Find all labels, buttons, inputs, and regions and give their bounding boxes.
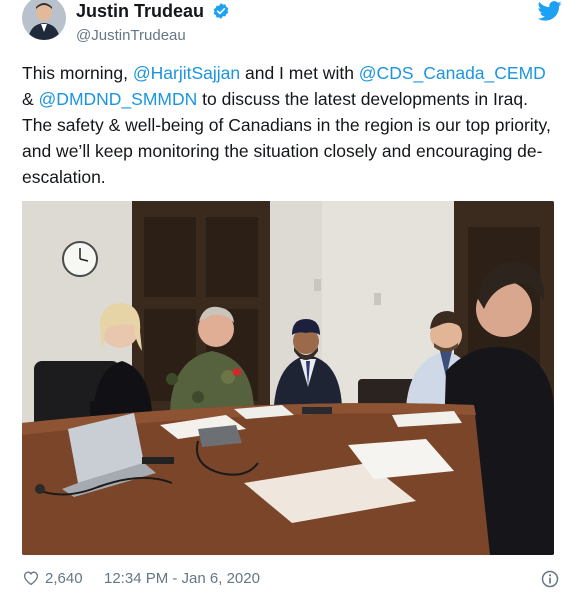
mention-cds-canada-cemd[interactable]: @CDS_Canada_CEMD — [359, 63, 546, 83]
twitter-bird-icon[interactable] — [537, 1, 562, 21]
author-names: Justin Trudeau @JustinTrudeau — [76, 0, 230, 46]
author-display-name[interactable]: Justin Trudeau — [76, 0, 204, 22]
heart-icon[interactable] — [22, 569, 40, 591]
like-count[interactable]: 2,640 — [45, 570, 83, 587]
tweet-text: This morning, @HarjitSajjan and I met wi… — [22, 60, 562, 190]
timestamp[interactable]: 12:34 PM - Jan 6, 2020 — [104, 570, 260, 587]
avatar[interactable] — [22, 0, 66, 40]
text-segment: This morning, — [22, 63, 133, 83]
text-segment: & — [22, 89, 39, 109]
tweet-photo[interactable] — [22, 201, 554, 555]
tweet-header: Justin Trudeau @JustinTrudeau — [22, 0, 562, 46]
mention-harjitsajjan[interactable]: @HarjitSajjan — [133, 63, 240, 83]
verified-badge-icon — [212, 2, 230, 25]
tweet-card: Justin Trudeau @JustinTrudeau This morni… — [0, 0, 584, 600]
tweet-footer: 2,640 12:34 PM - Jan 6, 2020 — [22, 568, 562, 590]
info-circle-icon[interactable] — [540, 569, 560, 593]
text-segment: and I met with — [240, 63, 359, 83]
mention-dmdnd-smmdn[interactable]: @DMDND_SMMDN — [39, 89, 198, 109]
author-handle[interactable]: @JustinTrudeau — [76, 26, 230, 46]
